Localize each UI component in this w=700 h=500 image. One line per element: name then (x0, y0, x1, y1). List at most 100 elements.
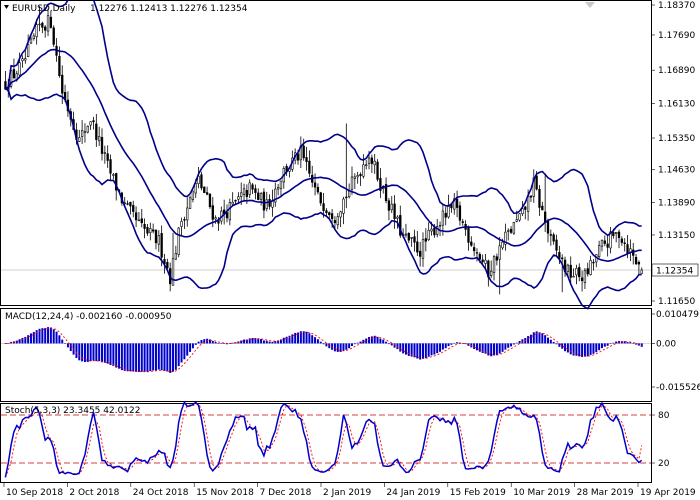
macd-bar (61, 339, 64, 344)
macd-bar (308, 333, 311, 344)
price-tick-label: 1.17690 (658, 31, 695, 41)
macd-bar (69, 343, 72, 352)
macd-bar (118, 343, 121, 369)
macd-bar (447, 343, 450, 347)
macd-bar (424, 343, 427, 359)
macd-bar (333, 343, 336, 352)
candle (52, 25, 55, 47)
macd-bar (169, 343, 172, 373)
price-tick-label: 1.11650 (658, 297, 695, 307)
x-tick-label: 7 Dec 2018 (260, 488, 312, 498)
macd-bar (112, 343, 115, 366)
macd-tick-label: 0.010479 (656, 310, 699, 320)
macd-bar (149, 343, 152, 372)
price-tick-label: 1.16890 (658, 66, 695, 76)
x-tick-label: 24 Jan 2019 (386, 488, 440, 498)
macd-bar (172, 343, 175, 372)
candle (177, 226, 180, 258)
macd-bar (92, 343, 95, 361)
macd-bar (427, 343, 430, 357)
macd-bar (464, 343, 467, 345)
macd-bar (512, 343, 515, 345)
candle (203, 186, 206, 194)
candle (188, 195, 192, 209)
macd-bar (98, 343, 101, 362)
stoch-tick-label: 80 (658, 411, 670, 421)
macd-bar (419, 343, 422, 360)
x-tick-label: 10 Sep 2018 (6, 488, 63, 498)
macd-bar (402, 343, 405, 354)
macd-bar (379, 338, 382, 344)
macd-bar (103, 343, 106, 363)
macd-bar (189, 343, 192, 352)
macd-bar (211, 340, 214, 344)
macd-bar (504, 343, 507, 350)
macd-bar (285, 336, 288, 344)
price-tick-label: 1.13890 (658, 198, 695, 208)
macd-bar (174, 343, 177, 370)
macd-bar (160, 343, 163, 371)
macd-bar (18, 339, 21, 344)
macd-bar (549, 339, 552, 344)
macd-tick-label: -0.015526 (656, 383, 700, 393)
macd-bar (78, 343, 81, 361)
candle (200, 171, 203, 191)
macd-bar (177, 343, 180, 367)
macd-bar (146, 343, 149, 372)
macd-bar (376, 336, 379, 344)
price-header: EURUSD,Daily 1.12276 1.12413 1.12276 1.1… (4, 4, 248, 14)
macd-bar (404, 343, 407, 355)
macd-bar (595, 343, 598, 353)
macd-bar (592, 343, 595, 354)
macd-bar (583, 343, 586, 357)
macd-bar (385, 341, 388, 344)
macd-bar (271, 341, 274, 344)
macd-bar (481, 343, 484, 354)
macd-bar (407, 343, 410, 356)
macd-bar (135, 343, 138, 372)
macd-bar (305, 331, 308, 344)
last-price-tag: 1.12354 (651, 263, 699, 277)
macd-bar (137, 343, 140, 372)
x-tick-label: 10 Mar 2019 (513, 488, 570, 498)
price-tick-label: 1.18370 (658, 1, 695, 11)
macd-bar (615, 341, 618, 344)
macd-bar (64, 343, 67, 344)
candle (208, 193, 212, 209)
x-tick-label: 24 Oct 2018 (133, 488, 189, 498)
price-pane (0, 0, 652, 306)
macd-bar (140, 343, 143, 372)
macd-bar (544, 335, 547, 344)
macd-bar (453, 342, 456, 344)
macd-bar (575, 343, 578, 356)
macd-pane (0, 308, 652, 402)
macd-bar (243, 339, 246, 344)
macd-bar (586, 343, 589, 357)
macd-bar (632, 343, 635, 344)
stoch-header: Stoch(5,3,3) 23.3455 42.0122 (5, 406, 140, 416)
macd-bar (350, 343, 353, 346)
macd-bar (106, 343, 109, 364)
macd-bar (589, 343, 592, 355)
macd-bar (322, 343, 325, 345)
macd-bar (518, 341, 521, 344)
macd-bar (600, 343, 603, 349)
x-tick-label: 2 Jan 2019 (323, 488, 371, 498)
macd-bar (282, 337, 285, 344)
macd-bar (183, 343, 186, 360)
macd-bar (47, 327, 50, 344)
macd-bar (507, 343, 510, 348)
macd-bar (143, 343, 146, 372)
macd-bar (231, 342, 234, 344)
macd-bar (101, 343, 103, 363)
x-tick-label: 15 Nov 2018 (196, 488, 254, 498)
macd-bar (569, 343, 572, 355)
macd-bar (538, 332, 541, 344)
macd-bar (44, 328, 47, 344)
macd-bar (390, 343, 393, 346)
macd-bar (362, 339, 365, 344)
macd-bar (66, 343, 69, 348)
macd-bar (217, 343, 220, 344)
macd-bar (532, 332, 535, 344)
macd-bar (180, 343, 183, 363)
